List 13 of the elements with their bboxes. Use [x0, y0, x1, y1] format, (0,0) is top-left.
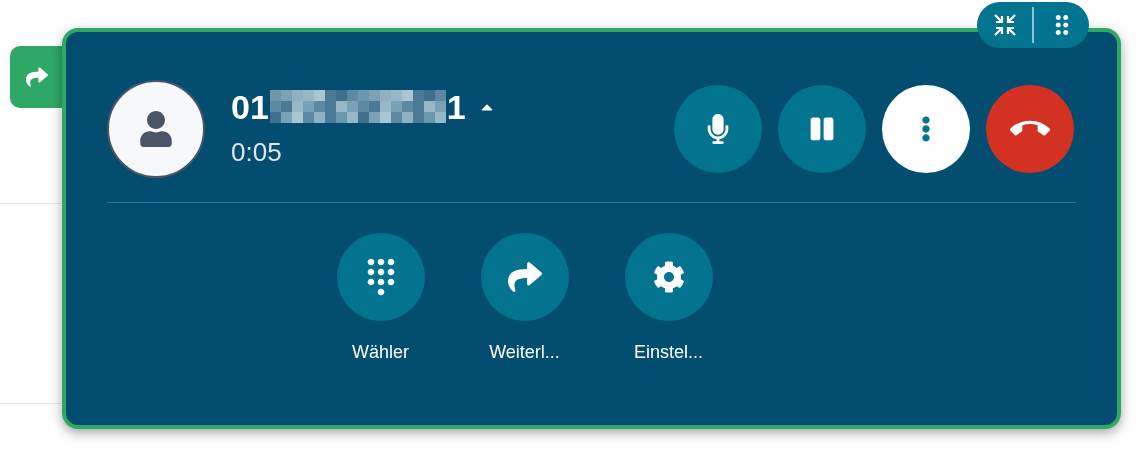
forward-icon — [507, 260, 542, 294]
pause-icon — [809, 116, 835, 142]
action-label: Wähler — [352, 341, 409, 364]
action-label: Weiterl... — [489, 341, 560, 364]
call-duration: 0:05 — [231, 135, 283, 169]
phone-number: 1 — [446, 86, 466, 127]
gear-icon — [652, 261, 685, 293]
shrink-icon — [992, 13, 1017, 37]
person-icon — [138, 111, 174, 147]
forward-icon — [26, 66, 48, 88]
action-label: Einstel... — [634, 341, 703, 364]
forward-tab[interactable] — [10, 46, 62, 108]
phone-number: 01 — [231, 86, 269, 127]
